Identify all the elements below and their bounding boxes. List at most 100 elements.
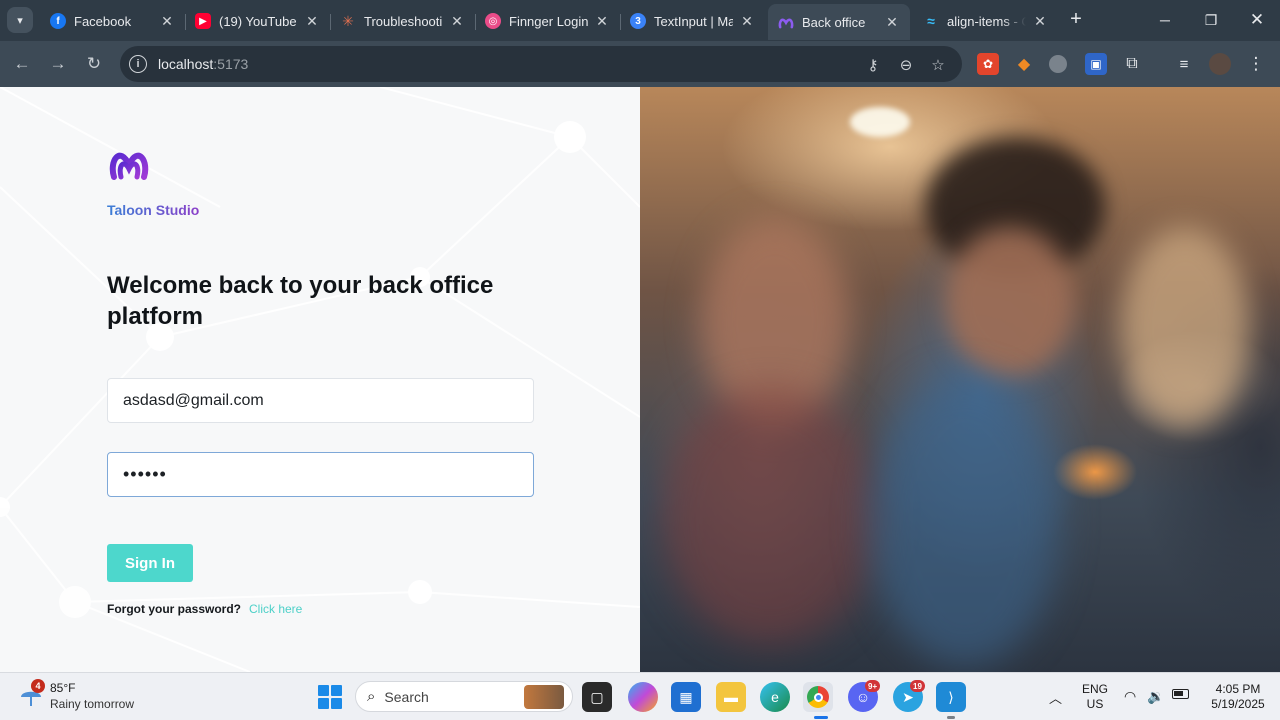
copilot-icon[interactable] bbox=[628, 682, 658, 712]
language-indicator[interactable]: ENG US bbox=[1080, 682, 1110, 712]
tab-troubleshooting[interactable]: ✳ Troubleshootin ✕ bbox=[330, 5, 475, 37]
taloon-logo-icon bbox=[109, 152, 149, 180]
tab-strip: ▾ f Facebook ✕ ▶ (19) YouTube ✕ ✳ Troubl… bbox=[0, 0, 1280, 41]
email-value: asdasd@gmail.com bbox=[123, 391, 264, 409]
forward-button[interactable]: → bbox=[45, 51, 71, 77]
bookmark-star-icon[interactable]: ☆ bbox=[928, 55, 948, 75]
vscode-active-indicator bbox=[947, 716, 955, 719]
click-here-link[interactable]: Click here bbox=[249, 602, 302, 616]
minimize-button[interactable]: ─ bbox=[1145, 6, 1185, 34]
tab-title: Back office bbox=[802, 14, 866, 30]
back-button[interactable]: ← bbox=[9, 51, 35, 77]
email-field[interactable]: asdasd@gmail.com bbox=[107, 378, 534, 423]
close-window-button[interactable]: ✕ bbox=[1237, 6, 1277, 34]
chrome-active-indicator bbox=[814, 716, 828, 719]
vscode-icon[interactable]: ⟩ bbox=[936, 682, 966, 712]
wifi-icon[interactable]: ◠ bbox=[1124, 688, 1136, 705]
brand-name: Taloon Studio bbox=[107, 202, 200, 218]
url-host: localhost bbox=[158, 56, 214, 72]
reload-icon: ↻ bbox=[86, 54, 102, 73]
page-title: Welcome back to your back office platfor… bbox=[107, 272, 494, 330]
hero-image bbox=[640, 87, 1280, 672]
tab-align-items[interactable]: ≈ align-items - C ✕ bbox=[913, 5, 1058, 37]
close-icon[interactable]: ✕ bbox=[884, 14, 900, 31]
person-right-shape bbox=[1120, 227, 1250, 427]
language-primary: ENG bbox=[1081, 682, 1108, 696]
close-icon[interactable]: ✕ bbox=[304, 13, 320, 30]
arrow-right-icon: → bbox=[49, 54, 67, 73]
zoom-icon[interactable]: ⊖ bbox=[896, 55, 916, 75]
browser-toolbar: ← → ↻ i localhost:5173 ⚷ ⊖ ☆ ✿ ◆ ▣ ⧉ ≡ ⋮ bbox=[0, 41, 1280, 87]
tab-textinput[interactable]: 3 TextInput | Ma ✕ bbox=[620, 5, 765, 37]
plaid-shirt-shape bbox=[660, 387, 880, 647]
forgot-password-label: Forgot your password? bbox=[107, 602, 242, 616]
windows-start-icon[interactable] bbox=[318, 685, 342, 709]
chevron-down-icon: ▾ bbox=[17, 14, 23, 27]
tailwind-icon: ≈ bbox=[927, 13, 935, 29]
restore-button[interactable]: ❐ bbox=[1191, 6, 1231, 34]
weather-description[interactable]: Rainy tomorrow bbox=[50, 697, 134, 711]
windows-taskbar: 4 85°F Rainy tomorrow ⌕ Search ▢ ▦ ▬ e ☺… bbox=[0, 672, 1280, 720]
edge-browser-icon[interactable]: e bbox=[760, 682, 790, 712]
volume-icon[interactable]: 🔉 bbox=[1147, 688, 1164, 705]
close-icon[interactable]: ✕ bbox=[594, 13, 610, 30]
weather-temperature[interactable]: 85°F bbox=[50, 681, 75, 695]
youtube-icon: ▶ bbox=[195, 13, 211, 29]
tab-finnger-login[interactable]: ◎ Finnger Login ✕ bbox=[475, 5, 620, 37]
clock[interactable]: 4:05 PM 5/19/2025 bbox=[1200, 682, 1276, 712]
close-icon[interactable]: ✕ bbox=[449, 13, 465, 30]
sign-in-button[interactable]: Sign In bbox=[107, 544, 193, 582]
taloon-icon bbox=[778, 14, 794, 30]
denim-jacket-shape bbox=[870, 377, 1060, 667]
page-content: Taloon Studio Welcome back to your back … bbox=[0, 87, 1280, 672]
close-icon[interactable]: ✕ bbox=[159, 13, 175, 30]
tab-search-button[interactable]: ▾ bbox=[7, 7, 33, 33]
chrome-logo-center bbox=[813, 692, 823, 702]
tab-facebook[interactable]: f Facebook ✕ bbox=[40, 5, 185, 37]
extension-paw-icon[interactable]: ✿ bbox=[977, 53, 999, 75]
clock-time: 4:05 PM bbox=[1215, 682, 1261, 696]
telegram-badge: 19 bbox=[910, 680, 925, 692]
close-icon[interactable]: ✕ bbox=[1032, 13, 1048, 30]
tab-youtube[interactable]: ▶ (19) YouTube ✕ bbox=[185, 5, 330, 37]
password-value: •••••• bbox=[123, 464, 167, 484]
url-port: :5173 bbox=[213, 56, 249, 72]
battery-icon[interactable] bbox=[1172, 689, 1189, 699]
kebab-menu-icon[interactable]: ⋮ bbox=[1245, 53, 1267, 75]
microsoft-store-icon[interactable]: ▦ bbox=[671, 682, 701, 712]
battery-fill bbox=[1174, 691, 1183, 696]
restore-icon: ❐ bbox=[1204, 11, 1218, 28]
address-bar[interactable]: i localhost:5173 ⚷ ⊖ ☆ bbox=[120, 46, 962, 82]
extension-screen-icon[interactable]: ▣ bbox=[1085, 53, 1107, 75]
chevron-up-icon[interactable]: ︿ bbox=[1049, 688, 1062, 707]
close-icon[interactable]: ✕ bbox=[739, 13, 755, 30]
arrow-left-icon: ← bbox=[13, 54, 31, 73]
new-tab-button[interactable]: + bbox=[1064, 8, 1088, 32]
password-key-icon[interactable]: ⚷ bbox=[863, 55, 883, 75]
ceiling-lamp-shape bbox=[850, 107, 910, 137]
metamask-fox-icon[interactable]: ◆ bbox=[1013, 53, 1035, 75]
reload-button[interactable]: ↻ bbox=[81, 51, 107, 77]
login-panel: Taloon Studio Welcome back to your back … bbox=[0, 87, 640, 672]
language-secondary: US bbox=[1086, 697, 1104, 711]
material-icon: 3 bbox=[630, 13, 646, 29]
profile-avatar[interactable] bbox=[1209, 53, 1231, 75]
tab-back-office[interactable]: Back office ✕ bbox=[768, 4, 910, 40]
clock-date: 5/19/2025 bbox=[1211, 697, 1265, 711]
tab-title: Troubleshootin bbox=[364, 13, 443, 29]
plus-icon: + bbox=[1070, 8, 1082, 30]
media-queue-icon[interactable]: ≡ bbox=[1173, 53, 1195, 75]
search-icon: ⌕ bbox=[367, 688, 376, 705]
search-highlight-image bbox=[524, 685, 564, 709]
chrome-icon[interactable] bbox=[803, 682, 833, 712]
password-field[interactable]: •••••• bbox=[107, 452, 534, 497]
face-shape bbox=[945, 227, 1075, 377]
extension-globe-icon[interactable] bbox=[1049, 55, 1067, 73]
dribbble-icon: ◎ bbox=[485, 13, 501, 29]
file-explorer-icon[interactable]: ▬ bbox=[716, 682, 746, 712]
taskbar-search[interactable]: ⌕ Search bbox=[355, 681, 573, 712]
puzzle-extensions-icon[interactable]: ⧉ bbox=[1121, 53, 1143, 75]
info-icon[interactable]: i bbox=[129, 55, 147, 73]
task-view-icon[interactable]: ▢ bbox=[582, 682, 612, 712]
weather-alert-badge: 4 bbox=[31, 679, 45, 693]
